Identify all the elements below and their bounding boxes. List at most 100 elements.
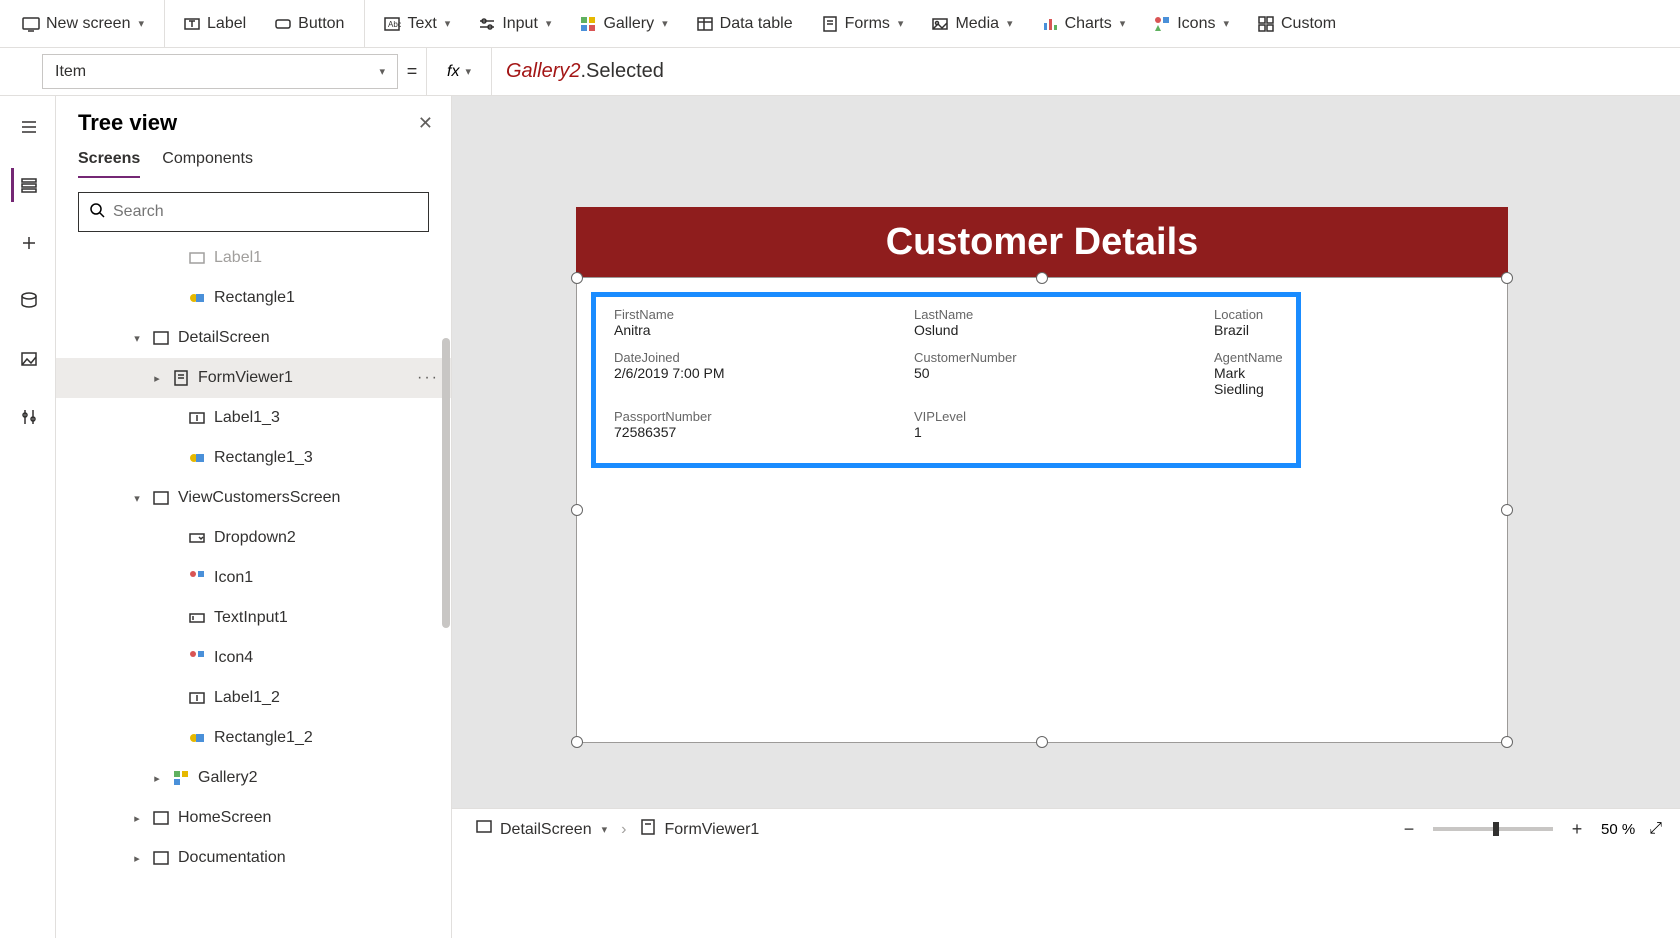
tree-item-icon4[interactable]: Icon4	[56, 638, 451, 678]
chevron-right-icon[interactable]: ▸	[150, 372, 164, 385]
selection-handle[interactable]	[571, 272, 583, 284]
form-icon	[172, 369, 190, 387]
close-icon[interactable]: ✕	[418, 113, 433, 134]
tree-item-rectangle1-2[interactable]: Rectangle1_2	[56, 718, 451, 758]
chevron-down-icon: ▾	[1223, 17, 1229, 30]
insert-input-menu[interactable]: Input▾	[464, 0, 565, 47]
tree-item-homescreen[interactable]: ▸ HomeScreen	[56, 798, 451, 838]
field-label: AgentName	[1214, 350, 1283, 365]
selection-handle[interactable]	[1501, 736, 1513, 748]
selection-handle[interactable]	[1501, 504, 1513, 516]
tree-item-textinput1[interactable]: TextInput1	[56, 598, 451, 638]
chevron-down-icon: ▾	[379, 65, 385, 78]
shape-icon	[188, 449, 206, 467]
fx-button[interactable]: fx ▾	[426, 48, 492, 95]
chevron-right-icon[interactable]: ▸	[150, 772, 164, 785]
insert-media-menu[interactable]: Media▾	[917, 0, 1026, 47]
chevron-down-icon: ▾	[138, 17, 144, 30]
search-icon	[89, 202, 105, 223]
rail-insert[interactable]	[11, 226, 45, 260]
selection-handle[interactable]	[571, 736, 583, 748]
chevron-down-icon: ▾	[662, 17, 668, 30]
fit-to-screen-icon[interactable]: ⤢	[1649, 820, 1662, 838]
icons-icon	[188, 569, 206, 587]
tab-screens[interactable]: Screens	[78, 150, 140, 178]
screen-icon	[152, 489, 170, 507]
property-selector[interactable]: Item ▾	[42, 54, 398, 89]
zoom-in-button[interactable]: +	[1567, 819, 1587, 839]
insert-text-menu[interactable]: Abc Text▾	[369, 0, 464, 47]
selection-outline[interactable]: FirstNameAnitra LastNameOslund LocationB…	[576, 277, 1508, 743]
tree-search-input[interactable]	[113, 203, 418, 221]
tree-item-label1-3[interactable]: Label1_3	[56, 398, 451, 438]
tree-item-detailscreen[interactable]: ▾ DetailScreen	[56, 318, 451, 358]
chevron-down-icon: ▾	[898, 17, 904, 30]
insert-label[interactable]: Label	[169, 0, 260, 47]
tree-search[interactable]	[78, 192, 429, 232]
tree-item-label1[interactable]: Label1	[56, 238, 451, 278]
formula-bar-row: Item ▾ = fx ▾ Gallery2.Selected	[0, 48, 1680, 96]
dropdown-icon	[188, 529, 206, 547]
insert-button[interactable]: Button	[260, 0, 365, 47]
tree-item-dropdown2[interactable]: Dropdown2	[56, 518, 451, 558]
rail-media[interactable]	[11, 342, 45, 376]
icons-icon	[1153, 15, 1171, 33]
breadcrumb: DetailScreen ▾ › FormViewer1	[476, 819, 759, 840]
label-icon	[183, 15, 201, 33]
chevron-right-icon[interactable]: ▸	[130, 852, 144, 865]
screen-icon	[152, 849, 170, 867]
chevron-right-icon[interactable]: ▸	[130, 812, 144, 825]
tree-item-gallery2[interactable]: ▸ Gallery2	[56, 758, 451, 798]
chevron-down-icon[interactable]: ▾	[130, 492, 144, 505]
tree-item-formviewer1[interactable]: ▸ FormViewer1 ···	[56, 358, 451, 398]
tree-item-label1-2[interactable]: Label1_2	[56, 678, 451, 718]
insert-charts-menu[interactable]: Charts▾	[1027, 0, 1140, 47]
zoom-out-button[interactable]: −	[1399, 819, 1419, 839]
zoom-slider[interactable]	[1433, 827, 1553, 831]
tree-item-viewcustomers[interactable]: ▾ ViewCustomersScreen	[56, 478, 451, 518]
rail-hamburger[interactable]	[11, 110, 45, 144]
tree-item-rectangle1[interactable]: Rectangle1	[56, 278, 451, 318]
field-label: DateJoined	[614, 350, 914, 365]
rail-tools[interactable]	[11, 400, 45, 434]
selection-handle[interactable]	[1036, 736, 1048, 748]
formula-input[interactable]: Gallery2.Selected	[492, 48, 1680, 95]
tree-item-documentation[interactable]: ▸ Documentation	[56, 838, 451, 878]
chevron-down-icon: ▾	[602, 823, 608, 836]
form-viewer-card[interactable]: FirstNameAnitra LastNameOslund LocationB…	[591, 292, 1301, 468]
rail-tree-view[interactable]	[11, 168, 45, 202]
equals-sign: =	[398, 48, 426, 95]
tree-item-rectangle1-3[interactable]: Rectangle1_3	[56, 438, 451, 478]
breadcrumb-screen[interactable]: DetailScreen ▾	[476, 819, 607, 840]
new-screen-menu[interactable]: New screen▾	[8, 0, 165, 47]
scrollbar-thumb[interactable]	[442, 338, 450, 628]
insert-icons-menu[interactable]: Icons▾	[1139, 0, 1243, 47]
field-label: LastName	[914, 307, 1214, 322]
field-value: 72586357	[614, 424, 914, 440]
breadcrumb-control[interactable]: FormViewer1	[640, 819, 759, 840]
gallery-icon	[579, 15, 597, 33]
tree-item-more[interactable]: ···	[417, 369, 439, 387]
insert-custom-menu[interactable]: Custom	[1243, 0, 1350, 47]
chevron-down-icon[interactable]: ▾	[130, 332, 144, 345]
form-icon	[640, 819, 656, 840]
media-icon	[931, 15, 949, 33]
tree-item-icon1[interactable]: Icon1	[56, 558, 451, 598]
selection-handle[interactable]	[1501, 272, 1513, 284]
insert-gallery-menu[interactable]: Gallery▾	[565, 0, 681, 47]
forms-icon	[821, 15, 839, 33]
label-icon	[188, 249, 206, 267]
tab-components[interactable]: Components	[162, 150, 253, 178]
charts-icon	[1041, 15, 1059, 33]
label-icon	[188, 689, 206, 707]
fx-icon: fx	[447, 63, 459, 81]
selection-handle[interactable]	[1036, 272, 1048, 284]
zoom-controls: − + 50 % ⤢	[1399, 819, 1662, 839]
zoom-slider-thumb[interactable]	[1493, 822, 1499, 836]
rail-data[interactable]	[11, 284, 45, 318]
insert-datatable[interactable]: Data table	[682, 0, 807, 47]
selection-handle[interactable]	[571, 504, 583, 516]
screen-icon	[476, 819, 492, 840]
tree-list[interactable]: Label1 Rectangle1 ▾ DetailScreen ▸ FormV…	[56, 238, 451, 938]
insert-forms-menu[interactable]: Forms▾	[807, 0, 918, 47]
